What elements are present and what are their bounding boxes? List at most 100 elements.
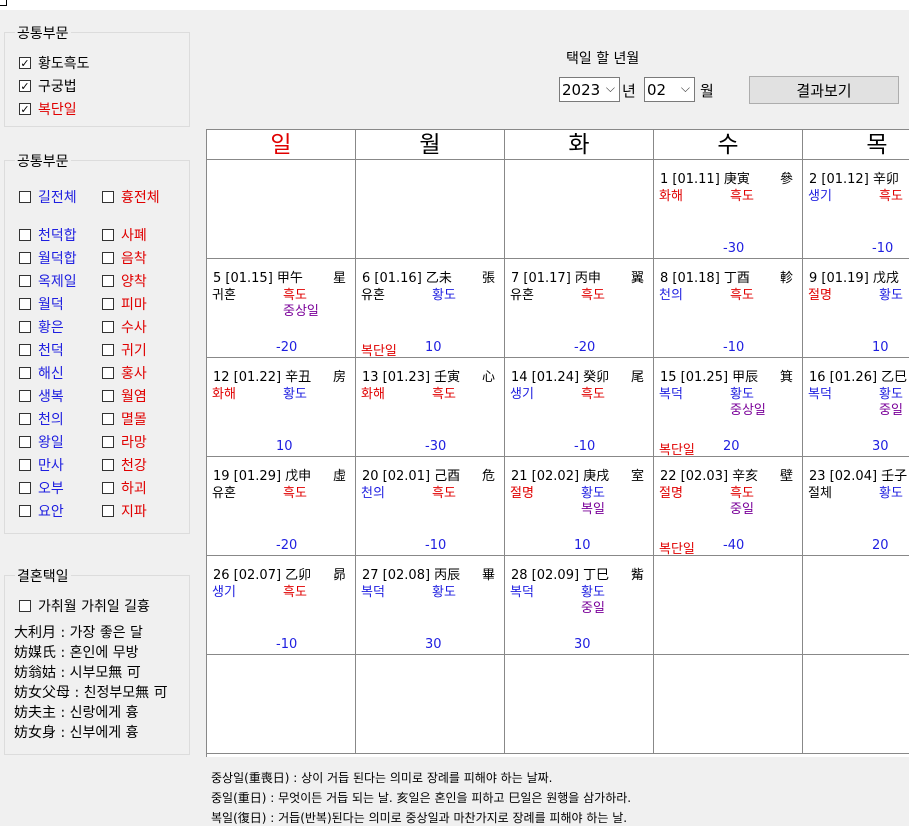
checkbox-box[interactable] — [19, 275, 31, 287]
day-score: -10 — [574, 439, 596, 454]
day-cell[interactable]: 26 [02.07] 乙卯昴 생기 흑도 -10 — [207, 556, 356, 655]
checkbox-box[interactable] — [102, 482, 114, 494]
checkbox-box[interactable] — [102, 390, 114, 402]
empty-day-cell[interactable] — [505, 655, 654, 754]
checkbox-box[interactable] — [19, 436, 31, 448]
checkbox-box[interactable] — [19, 413, 31, 425]
checkbox-box[interactable] — [102, 298, 114, 310]
filter-checkbox[interactable]: 생복 — [19, 386, 64, 406]
day-cell[interactable]: 1 [01.11] 庚寅參 화해 흑도 -30 — [654, 160, 803, 259]
checkbox-box[interactable] — [102, 275, 114, 287]
checkbox-box[interactable] — [19, 191, 31, 203]
empty-day-cell[interactable] — [654, 556, 803, 655]
filter-checkbox[interactable]: 월염 — [102, 386, 147, 406]
checkbox-box[interactable] — [102, 459, 114, 471]
filter-checkbox[interactable]: 오부 — [19, 478, 64, 498]
day-cell[interactable]: 6 [01.16] 乙未張 유혼 황도 복단일 10 — [356, 259, 505, 359]
wedding-month-day-checkbox[interactable]: 가취월 가취일 길흉 — [19, 596, 150, 616]
empty-day-cell[interactable] — [356, 160, 505, 259]
checkbox-box[interactable]: ✓ — [19, 103, 31, 115]
filter-checkbox[interactable]: 피마 — [102, 294, 147, 314]
empty-day-cell[interactable] — [505, 160, 654, 259]
day-cell[interactable]: 19 [01.29] 戊申虛 유혼 흑도 -20 — [207, 457, 356, 556]
filter-checkbox[interactable]: 천의 — [19, 409, 64, 429]
option-checkbox[interactable]: ✓ 복단일 — [19, 99, 77, 119]
checkbox-box[interactable] — [102, 321, 114, 333]
checkbox-box[interactable] — [19, 344, 31, 356]
month-select[interactable]: 02 ⌵ — [644, 77, 695, 102]
day-cell[interactable]: 9 [01.19] 戊戌 절명 황도 10 — [803, 259, 909, 358]
day-cell[interactable]: 15 [01.25] 甲辰箕 복덕 황도 중상일 복단일 20 — [654, 358, 803, 458]
checkbox-box[interactable] — [19, 505, 31, 517]
year-select[interactable]: 2023 ⌵ — [559, 77, 620, 102]
filter-checkbox[interactable]: 옥제일 — [19, 271, 77, 291]
day-cell[interactable]: 16 [01.26] 乙巳 복덕 황도 중일 30 — [803, 358, 909, 457]
checkbox-box[interactable] — [19, 600, 31, 612]
day-cell[interactable]: 8 [01.18] 丁酉軫 천의 흑도 -10 — [654, 259, 803, 358]
checkbox-box[interactable] — [19, 367, 31, 379]
checkbox-box[interactable] — [102, 367, 114, 379]
checkbox-box[interactable]: ✓ — [19, 80, 31, 92]
checkbox-box[interactable] — [19, 229, 31, 241]
empty-day-cell[interactable] — [803, 655, 909, 754]
day-cell[interactable]: 2 [01.12] 辛卯 생기 흑도 -10 — [803, 160, 909, 259]
filter-checkbox[interactable]: 멸몰 — [102, 409, 147, 429]
filter-checkbox[interactable]: 만사 — [19, 455, 64, 475]
day-cell[interactable]: 7 [01.17] 丙申翼 유혼 흑도 -20 — [505, 259, 654, 358]
day-cell[interactable]: 5 [01.15] 甲午星 귀혼 흑도 중상일 -20 — [207, 259, 356, 358]
checkbox-box[interactable] — [19, 390, 31, 402]
day-cell[interactable]: 23 [02.04] 壬子 절체 황도 20 — [803, 457, 909, 556]
checkbox-box[interactable] — [19, 459, 31, 471]
day-cell[interactable]: 21 [02.02] 庚戌室 절명 황도 복일 10 — [505, 457, 654, 556]
empty-day-cell[interactable] — [654, 655, 803, 754]
day-cell[interactable]: 14 [01.24] 癸卯尾 생기 흑도 -10 — [505, 358, 654, 457]
checkbox-box[interactable] — [19, 252, 31, 264]
show-results-button[interactable]: 결과보기 — [749, 76, 899, 104]
option-checkbox[interactable]: ✓ 구궁법 — [19, 76, 77, 96]
checkbox-box[interactable] — [102, 191, 114, 203]
day-cell[interactable]: 20 [02.01] 己酉危 천의 흑도 -10 — [356, 457, 505, 556]
filter-checkbox[interactable]: 황은 — [19, 317, 64, 337]
lunar-mansion: 壁 — [779, 469, 793, 484]
filter-checkbox[interactable]: 라망 — [102, 432, 147, 452]
empty-day-cell[interactable] — [207, 655, 356, 754]
filter-checkbox[interactable]: 해신 — [19, 363, 64, 383]
day-cell[interactable]: 22 [02.03] 辛亥壁 절명 흑도 중일 복단일 -40 — [654, 457, 803, 557]
filter-checkbox[interactable]: 천덕 — [19, 340, 64, 360]
day-cell[interactable]: 13 [01.23] 壬寅心 화해 흑도 -30 — [356, 358, 505, 457]
day-cell[interactable]: 27 [02.08] 丙辰畢 복덕 황도 30 — [356, 556, 505, 655]
filter-checkbox[interactable]: 길전체 — [19, 187, 77, 207]
checkbox-box[interactable] — [19, 298, 31, 310]
filter-checkbox[interactable]: 음착 — [102, 248, 147, 268]
filter-checkbox[interactable]: 귀기 — [102, 340, 147, 360]
checkbox-box[interactable] — [102, 344, 114, 356]
checkbox-box[interactable] — [19, 482, 31, 494]
filter-checkbox[interactable]: 사폐 — [102, 225, 147, 245]
checkbox-label: 오부 — [38, 481, 64, 497]
checkbox-box[interactable] — [102, 229, 114, 241]
filter-checkbox[interactable]: 양착 — [102, 271, 147, 291]
filter-checkbox[interactable]: 월덕합 — [19, 248, 77, 268]
filter-checkbox[interactable]: 홍사 — [102, 363, 147, 383]
filter-checkbox[interactable]: 흉전체 — [102, 187, 160, 207]
filter-checkbox[interactable]: 지파 — [102, 501, 147, 521]
day-cell[interactable]: 12 [01.22] 辛丑房 화해 황도 10 — [207, 358, 356, 457]
empty-day-cell[interactable] — [207, 160, 356, 259]
checkbox-box[interactable] — [102, 252, 114, 264]
filter-checkbox[interactable]: 왕일 — [19, 432, 64, 452]
checkbox-box[interactable] — [102, 413, 114, 425]
checkbox-box[interactable] — [102, 436, 114, 448]
empty-day-cell[interactable] — [803, 556, 909, 655]
filter-checkbox[interactable]: 하괴 — [102, 478, 147, 498]
filter-checkbox[interactable]: 수사 — [102, 317, 147, 337]
checkbox-box[interactable] — [102, 505, 114, 517]
filter-checkbox[interactable]: 요안 — [19, 501, 64, 521]
checkbox-box[interactable] — [19, 321, 31, 333]
filter-checkbox[interactable]: 천강 — [102, 455, 147, 475]
option-checkbox[interactable]: ✓ 황도흑도 — [19, 53, 90, 73]
checkbox-box[interactable]: ✓ — [19, 57, 31, 69]
filter-checkbox[interactable]: 천덕합 — [19, 225, 77, 245]
filter-checkbox[interactable]: 월덕 — [19, 294, 64, 314]
day-cell[interactable]: 28 [02.09] 丁巳觜 복덕 황도 중일 30 — [505, 556, 654, 655]
empty-day-cell[interactable] — [356, 655, 505, 754]
